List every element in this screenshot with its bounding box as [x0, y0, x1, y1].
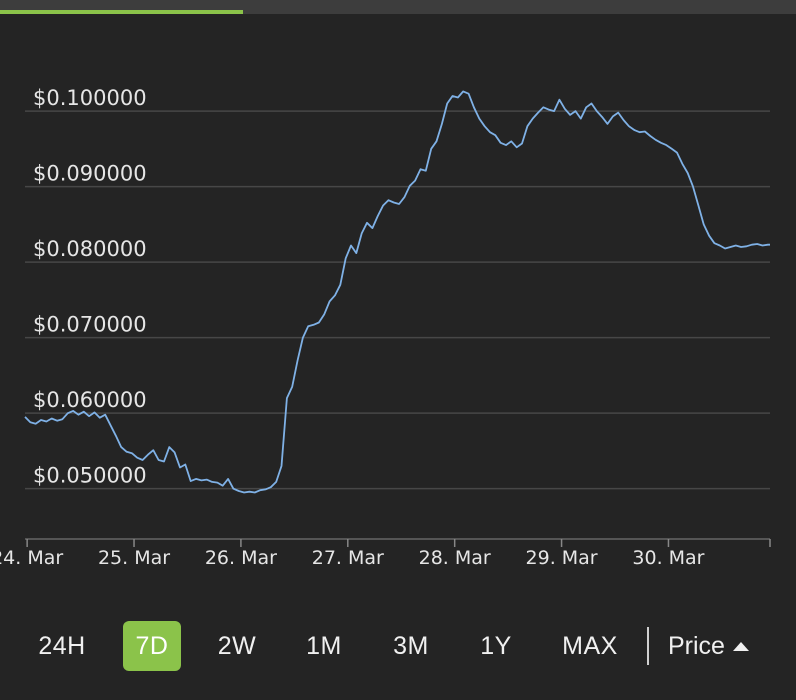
range-button-max[interactable]: MAX [550, 621, 630, 671]
loading-progress-track [0, 0, 796, 14]
range-button-1y[interactable]: 1Y [466, 621, 526, 671]
x-tick-label: 27. Mar [312, 547, 384, 569]
x-tick-label: 25. Mar [98, 547, 170, 569]
price-series-line [24, 90, 770, 494]
x-tick-label: 30. Mar [632, 547, 704, 569]
metric-label: Price [668, 632, 725, 660]
y-tick-label: $0.100000 [33, 86, 147, 110]
x-axis: 24. Mar 25. Mar 26. Mar 27. Mar 28. Mar 29. M… [0, 538, 771, 569]
range-button-2w[interactable]: 2W [205, 621, 269, 671]
price-chart: $0.050000 $0.060000 $0.070000 $0.080000 $0.0… [0, 86, 771, 569]
y-tick-label: $0.090000 [33, 162, 147, 186]
y-axis-labels: $0.050000 $0.060000 $0.070000 $0.080000 $0.0… [33, 86, 147, 488]
x-tick-label: 29. Mar [526, 547, 598, 569]
range-button-7d[interactable]: 7D [123, 621, 181, 671]
y-tick-label: $0.070000 [33, 313, 147, 337]
series-layer [24, 90, 770, 494]
range-button-1m[interactable]: 1M [292, 621, 356, 671]
y-tick-label: $0.050000 [33, 464, 147, 488]
range-divider [647, 627, 649, 665]
x-tick-label: 26. Mar [205, 547, 277, 569]
metric-dropdown[interactable]: Price [668, 621, 749, 671]
range-button-24h[interactable]: 24H [23, 621, 101, 671]
x-tick-label: 24. Mar [0, 547, 63, 569]
y-tick-label: $0.080000 [33, 237, 147, 261]
range-button-3m[interactable]: 3M [379, 621, 443, 671]
y-tick-label: $0.060000 [33, 388, 147, 412]
time-range-selector: 24H 7D 2W 1M 3M 1Y MAX Price [0, 618, 796, 674]
caret-up-icon [732, 642, 749, 651]
x-tick-label: 28. Mar [419, 547, 491, 569]
